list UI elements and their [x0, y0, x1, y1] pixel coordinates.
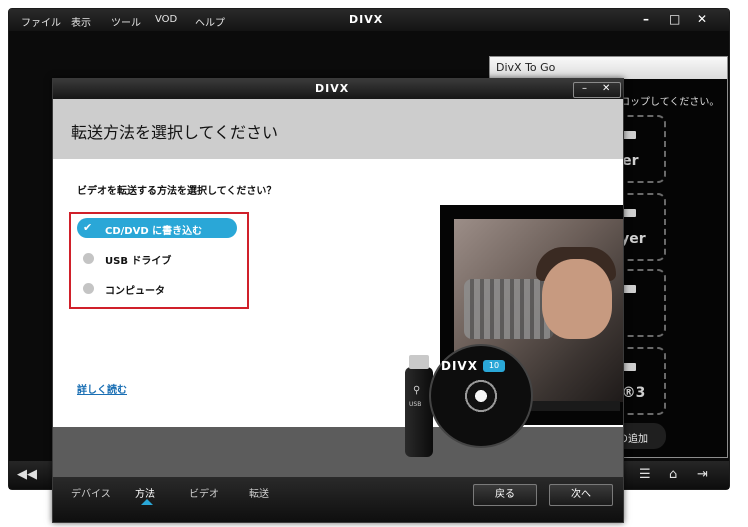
- option-label: USB ドライブ: [105, 256, 172, 267]
- menu-file[interactable]: ファイル: [21, 14, 61, 29]
- radio-icon: [83, 283, 94, 294]
- wireless-icon[interactable]: ⌂: [669, 467, 677, 482]
- usb-text: USB: [409, 401, 422, 408]
- playlist-icon[interactable]: ☰: [639, 467, 651, 482]
- face-image: [542, 259, 612, 339]
- togo-title-bar: DivX To Go: [490, 57, 727, 79]
- option-burn-disc[interactable]: ✔ CD/DVD に書き込む: [77, 218, 237, 238]
- tv-stand: [530, 401, 620, 411]
- menu-view[interactable]: 表示: [71, 14, 91, 29]
- wizard-footer-band: [53, 427, 623, 477]
- method-question: ビデオを転送する方法を選択してください？: [77, 186, 277, 197]
- maximize-button[interactable]: □: [669, 12, 680, 26]
- radio-icon: [83, 253, 94, 264]
- step-device: デバイス: [71, 489, 111, 500]
- usb-icon: ⚲: [413, 385, 421, 396]
- usb-connector: [409, 355, 429, 369]
- option-computer[interactable]: コンピュータ: [77, 278, 237, 298]
- check-icon: ✔: [83, 221, 93, 234]
- back-button[interactable]: 戻る: [473, 484, 537, 506]
- usb-drive-illustration: ⚲ USB: [405, 355, 433, 457]
- option-usb-drive[interactable]: USB ドライブ: [77, 248, 237, 268]
- rewind-icon[interactable]: ◀◀: [17, 467, 37, 482]
- transfer-wizard-dialog: DIVX – ✕ 転送方法を選択してください ビデオを転送する方法を選択してくだ…: [52, 78, 624, 523]
- minimize-button[interactable]: –: [643, 12, 649, 26]
- wizard-title-bar: DIVX – ✕: [53, 79, 623, 99]
- divx-logo: DIVX: [349, 13, 384, 26]
- menu-help[interactable]: ヘルプ: [195, 14, 225, 29]
- step-method: 方法: [135, 489, 155, 500]
- wizard-header: 転送方法を選択してください: [53, 99, 623, 159]
- current-step-indicator: [141, 499, 153, 505]
- togo-title: DivX To Go: [496, 61, 556, 74]
- exit-icon[interactable]: ⇥: [697, 467, 708, 482]
- robot-arm-image: [464, 279, 554, 339]
- next-button[interactable]: 次へ: [549, 484, 613, 506]
- close-button[interactable]: ✕: [697, 12, 707, 26]
- step-video: ビデオ: [189, 489, 219, 500]
- menu-tools[interactable]: ツール: [111, 14, 141, 29]
- page-title: 転送方法を選択してください: [71, 123, 279, 142]
- transfer-options-group: ✔ CD/DVD に書き込む USB ドライブ コンピュータ: [69, 212, 249, 309]
- disc-version-badge: 10: [483, 360, 505, 372]
- wizard-nav-bar: デバイス 方法 ビデオ 転送 戻る 次へ: [53, 477, 623, 522]
- wizard-close-button[interactable]: ✕: [602, 83, 610, 94]
- menu-vod[interactable]: VOD: [155, 14, 177, 25]
- wizard-divx-logo: DIVX: [315, 82, 350, 95]
- menu-bar: ファイル 表示 ツール VOD ヘルプ DIVX – □ ✕: [9, 9, 729, 31]
- disc-divx-logo: DIVX: [441, 359, 478, 373]
- wizard-window-controls: – ✕: [573, 82, 621, 98]
- wizard-minimize-button[interactable]: –: [582, 83, 587, 94]
- option-label: CD/DVD に書き込む: [105, 226, 203, 237]
- togo-drop-hint: ロップしてください。: [620, 97, 720, 108]
- read-more-link[interactable]: 詳しく読む: [77, 381, 127, 396]
- step-transfer: 転送: [249, 489, 269, 500]
- option-label: コンピュータ: [105, 286, 165, 297]
